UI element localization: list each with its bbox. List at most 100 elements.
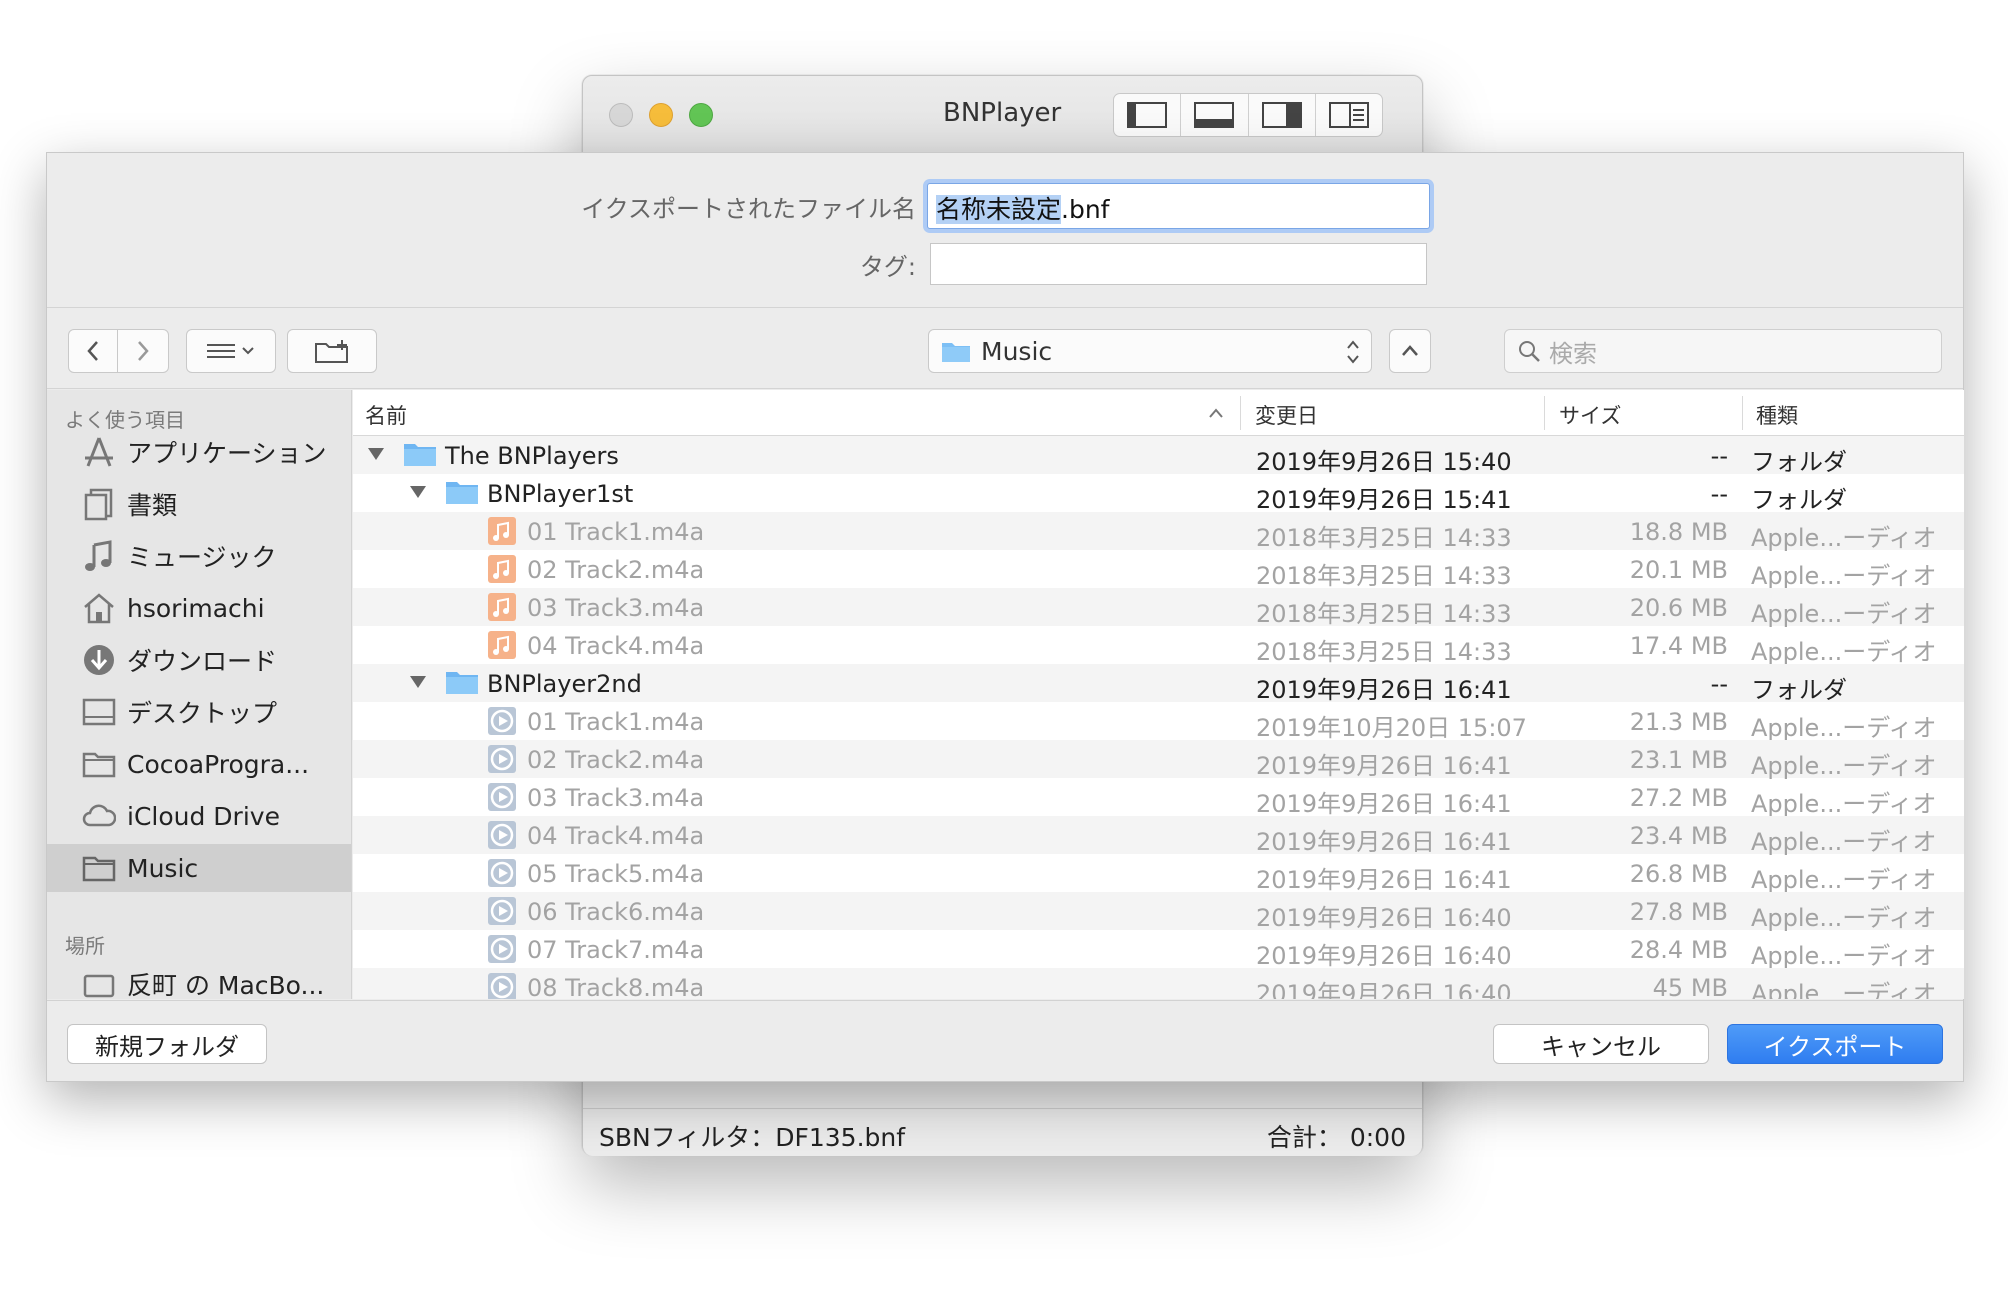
audio-file-icon: [488, 973, 516, 999]
disclosure-triangle-icon[interactable]: [409, 484, 427, 500]
folder-icon: [446, 672, 478, 694]
sidebar-item-home[interactable]: hsorimachi: [47, 584, 351, 632]
file-kind: Apple...ーディオ: [1751, 828, 1937, 856]
disclosure-triangle-icon[interactable]: [409, 674, 427, 690]
column-header-size[interactable]: サイズ: [1559, 400, 1621, 430]
chevron-up-icon: [1402, 345, 1418, 356]
table-row[interactable]: 01 Track1.m4a 2018年3月25日 14:33 18.8 MB A…: [353, 512, 1964, 552]
layout-right-pane-button[interactable]: [1249, 94, 1316, 136]
layout-bottom-pane-button[interactable]: [1181, 94, 1249, 136]
file-size: 27.8 MB: [1629, 898, 1728, 926]
sidebar-item-applications[interactable]: アプリケーション: [47, 428, 351, 476]
file-name: 04 Track4.m4a: [527, 822, 705, 850]
table-row[interactable]: 08 Track8.m4a 2019年9月26日 16:40 45 MB App…: [353, 968, 1964, 999]
search-input[interactable]: 検索: [1504, 329, 1942, 373]
file-name: 01 Track1.m4a: [527, 708, 705, 736]
file-date: 2019年9月26日 15:40: [1256, 448, 1512, 476]
audio-file-icon: [488, 517, 516, 545]
table-row[interactable]: 03 Track3.m4a 2019年9月26日 16:41 27.2 MB A…: [353, 778, 1964, 818]
documents-icon: [81, 486, 117, 522]
new-folder-toolbar-button[interactable]: [287, 329, 377, 373]
audio-file-icon: [488, 745, 516, 773]
applications-icon: [81, 434, 117, 470]
column-separator[interactable]: [1742, 396, 1743, 430]
table-row[interactable]: 02 Track2.m4a 2018年3月25日 14:33 20.1 MB A…: [353, 550, 1964, 590]
column-header-kind[interactable]: 種類: [1756, 400, 1798, 430]
close-window-button[interactable]: [609, 103, 633, 127]
new-folder-icon: [315, 340, 348, 363]
audio-file-icon: [488, 555, 516, 583]
filename-input[interactable]: 名称未設定.bnf: [927, 183, 1430, 229]
sidebar-item-label: アプリケーション: [127, 439, 327, 468]
sidebar-section-places: 場所: [65, 934, 105, 958]
chevron-right-icon: [138, 341, 149, 361]
sidebar-item-label: ミュージック: [127, 543, 277, 572]
tag-input[interactable]: [930, 243, 1427, 285]
file-kind: フォルダ: [1751, 448, 1847, 476]
table-row[interactable]: BNPlayer1st 2019年9月26日 15:41 -- フォルダ: [353, 474, 1964, 514]
file-kind: Apple...ーディオ: [1751, 562, 1937, 590]
layout-inspector-button[interactable]: [1316, 94, 1382, 136]
file-name: 07 Track7.m4a: [527, 936, 705, 964]
cancel-button[interactable]: キャンセル: [1493, 1024, 1709, 1064]
list-view-icon: [207, 344, 254, 358]
table-row[interactable]: 03 Track3.m4a 2018年3月25日 14:33 20.6 MB A…: [353, 588, 1964, 628]
disclosure-triangle-icon[interactable]: [367, 446, 385, 462]
table-row[interactable]: 05 Track5.m4a 2019年9月26日 16:41 26.8 MB A…: [353, 854, 1964, 894]
file-name: 02 Track2.m4a: [527, 746, 705, 774]
sidebar-item-label: Music: [127, 853, 199, 883]
table-row[interactable]: 06 Track6.m4a 2019年9月26日 16:40 27.8 MB A…: [353, 892, 1964, 932]
forward-button[interactable]: [117, 329, 169, 373]
sidebar-item-music-library[interactable]: ミュージック: [47, 532, 351, 580]
right-pane-icon: [1261, 102, 1302, 128]
sidebar-item-macbook-disk[interactable]: 反町 の MacBo...: [47, 960, 351, 999]
zoom-window-button[interactable]: [689, 103, 713, 127]
export-button[interactable]: イクスポート: [1727, 1024, 1943, 1064]
sidebar: よく使う項目 アプリケーション 書類 ミュージック hsorimachi ダウン…: [47, 390, 352, 999]
layout-left-pane-button[interactable]: [1114, 94, 1182, 136]
sidebar-item-label: 反町 の MacBo...: [127, 971, 325, 999]
sidebar-item-documents[interactable]: 書類: [47, 480, 351, 528]
file-size: 26.8 MB: [1629, 860, 1728, 888]
expand-collapse-button[interactable]: [1389, 329, 1431, 373]
table-row[interactable]: 01 Track1.m4a 2019年10月20日 15:07 21.3 MB …: [353, 702, 1964, 742]
column-header-date[interactable]: 変更日: [1255, 400, 1318, 430]
table-row[interactable]: 02 Track2.m4a 2019年9月26日 16:41 23.1 MB A…: [353, 740, 1964, 780]
sidebar-item-desktop[interactable]: デスクトップ: [47, 688, 351, 736]
file-name: BNPlayer2nd: [487, 670, 642, 698]
column-header-name[interactable]: 名前: [365, 400, 407, 430]
sidebar-item-icloud-drive[interactable]: iCloud Drive: [47, 792, 351, 840]
filename-area: イクスポートされたファイル名 名称未設定.bnf タグ:: [47, 153, 1963, 308]
file-date: 2018年3月25日 14:33: [1256, 638, 1512, 666]
column-separator[interactable]: [1240, 396, 1241, 430]
back-button[interactable]: [68, 329, 118, 373]
file-size: 20.1 MB: [1629, 556, 1728, 584]
table-row[interactable]: 04 Track4.m4a 2019年9月26日 16:41 23.4 MB A…: [353, 816, 1964, 856]
folder-icon: [81, 850, 117, 886]
file-kind: フォルダ: [1751, 486, 1847, 514]
window-titlebar[interactable]: BNPlayer: [583, 76, 1422, 154]
file-kind: Apple...ーディオ: [1751, 524, 1937, 552]
home-icon: [81, 590, 117, 626]
column-separator[interactable]: [1544, 396, 1545, 430]
table-row[interactable]: 04 Track4.m4a 2018年3月25日 14:33 17.4 MB A…: [353, 626, 1964, 666]
view-options-button[interactable]: [186, 329, 276, 373]
folder-icon: [404, 444, 436, 466]
file-name: 03 Track3.m4a: [527, 594, 705, 622]
file-size: 17.4 MB: [1629, 632, 1728, 660]
file-size: 23.1 MB: [1629, 746, 1728, 774]
sidebar-item-label: CocoaProgra...: [127, 749, 310, 779]
location-popup[interactable]: Music: [928, 329, 1372, 373]
table-row[interactable]: BNPlayer2nd 2019年9月26日 16:41 -- フォルダ: [353, 664, 1964, 704]
sidebar-item-cocoaprogramming[interactable]: CocoaProgra...: [47, 740, 351, 788]
sidebar-item-label: iCloud Drive: [127, 801, 280, 831]
table-row[interactable]: 07 Track7.m4a 2019年9月26日 16:40 28.4 MB A…: [353, 930, 1964, 970]
minimize-window-button[interactable]: [649, 103, 673, 127]
table-row[interactable]: The BNPlayers 2019年9月26日 15:40 -- フォルダ: [353, 436, 1964, 476]
file-date: 2018年3月25日 14:33: [1256, 562, 1512, 590]
file-name: The BNPlayers: [445, 442, 619, 470]
new-folder-button[interactable]: 新規フォルダ: [67, 1024, 267, 1064]
sidebar-item-music[interactable]: Music: [47, 844, 351, 892]
sidebar-item-downloads[interactable]: ダウンロード: [47, 636, 351, 684]
window-title: BNPlayer: [943, 98, 1062, 128]
